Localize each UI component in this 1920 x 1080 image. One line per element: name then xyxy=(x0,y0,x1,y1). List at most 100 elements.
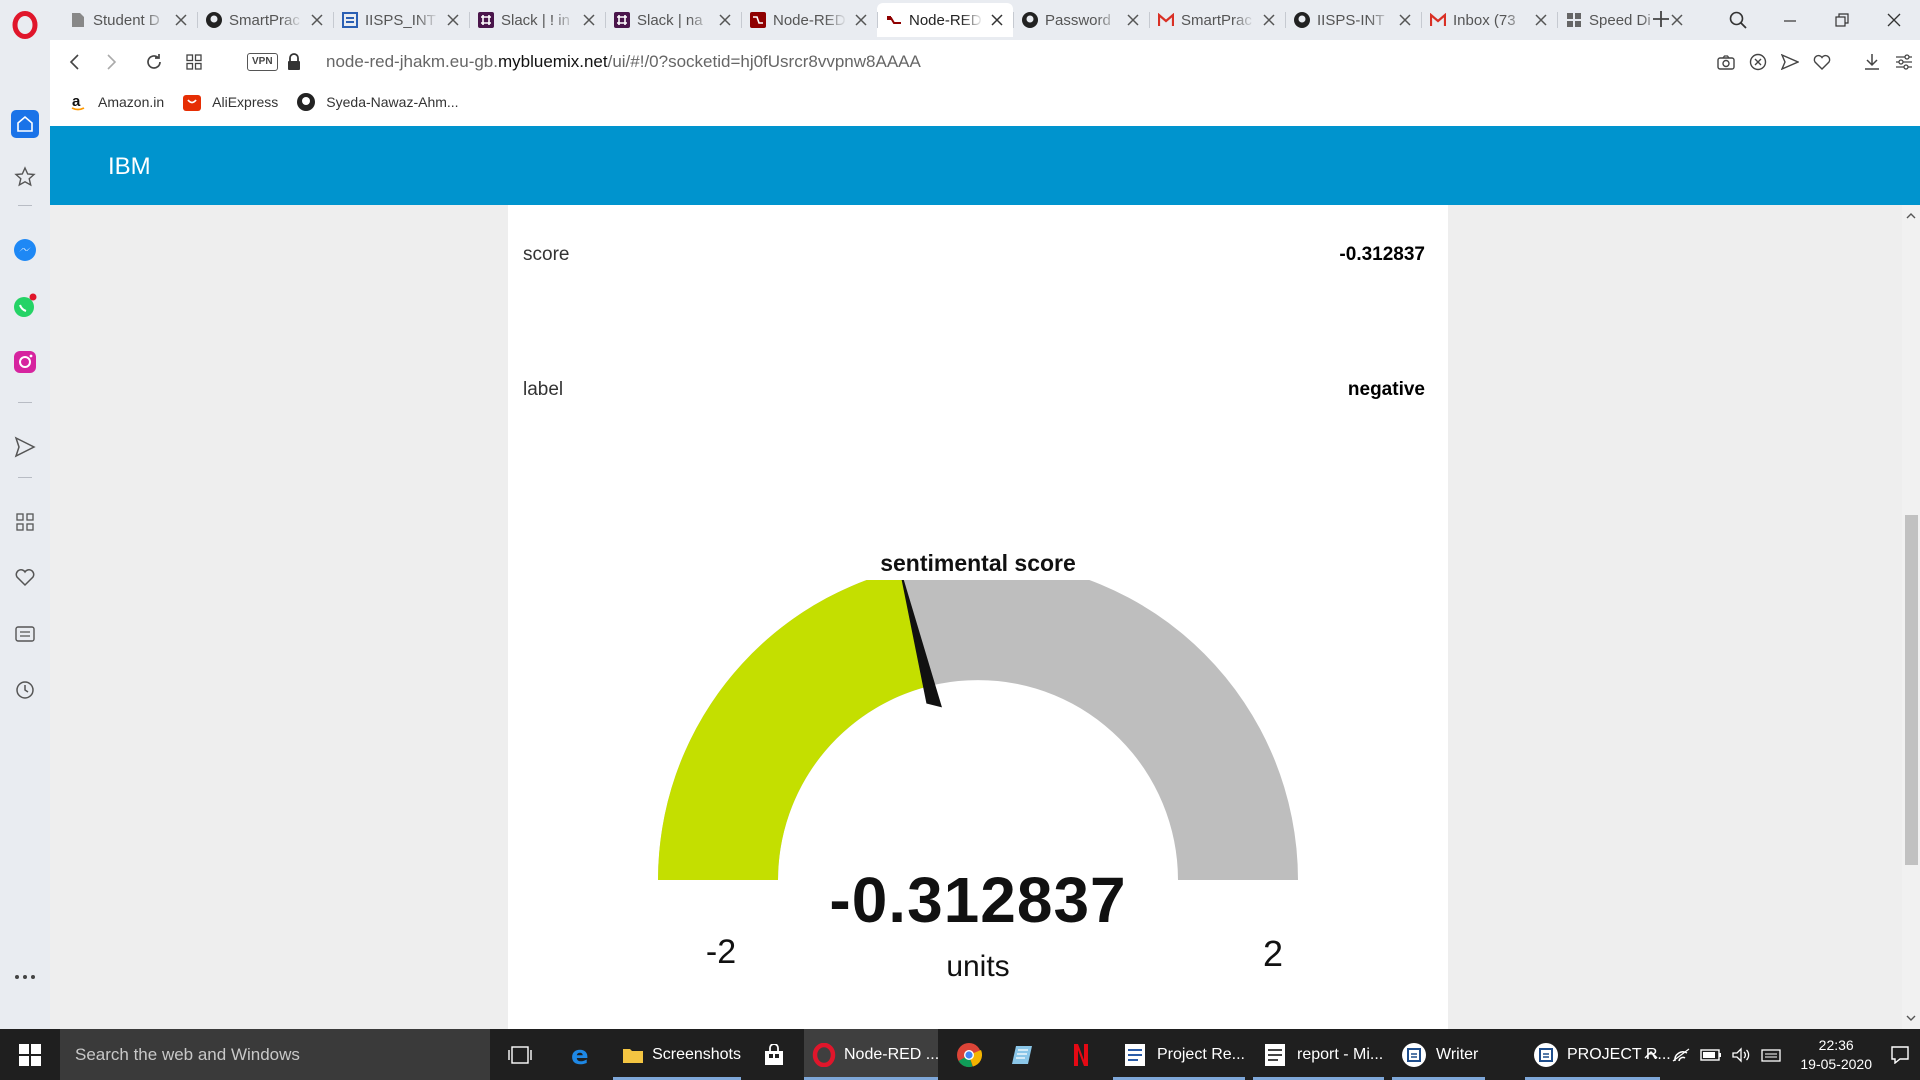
tab-slack-2[interactable]: Slack | na xyxy=(605,3,741,37)
minimize-icon[interactable] xyxy=(1764,0,1816,40)
taskbar-project-report[interactable]: Project Re... xyxy=(1113,1029,1245,1080)
vpn-badge[interactable]: VPN xyxy=(247,53,278,71)
bookmark-github[interactable]: Syeda-Nawaz-Ahm... xyxy=(296,92,459,112)
tab-password[interactable]: Password xyxy=(1013,3,1149,37)
tab-inbox[interactable]: Inbox (73 xyxy=(1421,3,1557,37)
tab-grid-icon[interactable] xyxy=(182,50,206,74)
tab-title: IISPS_INT xyxy=(365,11,436,29)
more-options-icon[interactable] xyxy=(12,964,38,990)
writer-doc-icon xyxy=(1533,1041,1559,1069)
tab-title: Node-RED xyxy=(773,11,846,29)
tab-smartprac[interactable]: SmartPrac xyxy=(197,3,333,37)
task-view-icon[interactable] xyxy=(503,1029,537,1080)
send-to-flow-icon[interactable] xyxy=(1774,50,1806,74)
notepad-app-icon[interactable] xyxy=(1006,1029,1040,1080)
bookmark-heart-icon[interactable] xyxy=(1806,50,1838,74)
tab-speed-dial[interactable]: Speed Di xyxy=(1557,3,1693,37)
taskbar-item-label: Project Re... xyxy=(1156,1045,1245,1063)
restore-icon[interactable] xyxy=(1816,0,1868,40)
back-icon[interactable] xyxy=(62,50,86,74)
tab-title: IISPS-INT xyxy=(1317,11,1385,29)
opera-sidebar xyxy=(0,40,50,1029)
tab-smartprac-mail[interactable]: SmartPrac xyxy=(1149,3,1285,37)
opera-menu-icon[interactable] xyxy=(11,11,39,39)
close-window-icon[interactable] xyxy=(1868,0,1920,40)
scroll-thumb[interactable] xyxy=(1905,515,1918,865)
edge-browser-icon[interactable]: e xyxy=(565,1029,599,1080)
home-icon[interactable] xyxy=(11,110,39,138)
tab-iisps-int[interactable]: IISPS_INT xyxy=(333,3,469,37)
close-tab-icon[interactable] xyxy=(1261,12,1277,28)
windows-start-icon[interactable] xyxy=(0,1029,60,1080)
close-tab-icon[interactable] xyxy=(717,12,733,28)
close-tab-icon[interactable] xyxy=(173,12,189,28)
bookmark-aliexpress[interactable]: AliExpress xyxy=(182,92,278,112)
tab-slack-1[interactable]: Slack | ! in xyxy=(469,3,605,37)
history-icon[interactable] xyxy=(12,677,38,703)
bookmark-amazon[interactable]: a Amazon.in xyxy=(68,92,164,112)
taskbar-writer[interactable]: Writer xyxy=(1392,1029,1485,1080)
github-icon xyxy=(205,11,223,29)
close-tab-icon[interactable] xyxy=(445,12,461,28)
gauge-value: -0.312837 xyxy=(829,864,1127,936)
tab-node-red-active[interactable]: Node-RED xyxy=(877,3,1013,37)
netflix-icon[interactable] xyxy=(1064,1029,1098,1080)
close-tab-icon[interactable] xyxy=(989,12,1005,28)
taskbar-clock[interactable]: 22:36 19-05-2020 xyxy=(1800,1036,1872,1074)
news-icon[interactable] xyxy=(12,621,38,647)
battery-icon[interactable] xyxy=(1698,1042,1724,1068)
taskbar-search-input[interactable]: Search the web and Windows xyxy=(60,1029,490,1080)
keyboard-input-icon[interactable] xyxy=(1758,1042,1784,1068)
bookmark-label: Syeda-Nawaz-Ahm... xyxy=(326,94,459,110)
close-tab-icon[interactable] xyxy=(581,12,597,28)
taskbar-report-word[interactable]: report - Mi... xyxy=(1253,1029,1384,1080)
close-tab-icon[interactable] xyxy=(309,12,325,28)
scroll-up-icon[interactable] xyxy=(1906,211,1916,221)
label-row: label negative xyxy=(523,379,1425,401)
show-hidden-icons-icon[interactable] xyxy=(1638,1042,1664,1068)
instagram-icon[interactable] xyxy=(12,349,38,375)
page-scrollbar[interactable] xyxy=(1902,205,1920,1029)
tab-title: SmartPrac xyxy=(1181,11,1252,29)
gauge-max-label: 2 xyxy=(1262,933,1284,974)
tab-title: Node-RED xyxy=(909,11,982,29)
search-tabs-icon[interactable] xyxy=(1712,0,1764,40)
snapshot-icon[interactable] xyxy=(1710,50,1742,74)
github-icon xyxy=(296,92,316,112)
folder-icon xyxy=(621,1041,644,1069)
close-tab-icon[interactable] xyxy=(1533,12,1549,28)
scroll-down-icon[interactable] xyxy=(1906,1013,1916,1023)
new-tab-icon[interactable] xyxy=(1650,8,1672,30)
slack-icon xyxy=(613,11,631,29)
close-tab-icon[interactable] xyxy=(1125,12,1141,28)
send-icon[interactable] xyxy=(12,434,38,460)
forward-icon[interactable] xyxy=(100,50,124,74)
url-input[interactable]: node-red-jhakm.eu-gb.mybluemix.net/ui/#!… xyxy=(326,52,921,72)
tab-node-red-1[interactable]: Node-RED xyxy=(741,3,877,37)
heart-icon[interactable] xyxy=(12,565,38,591)
taskbar-node-red[interactable]: Node-RED ... xyxy=(804,1029,939,1080)
chrome-icon[interactable] xyxy=(952,1029,986,1080)
downloads-icon[interactable] xyxy=(1856,50,1888,74)
speed-dial-icon[interactable] xyxy=(12,509,38,535)
label-label: label xyxy=(523,379,564,400)
messenger-icon[interactable] xyxy=(12,237,38,263)
bookmarks-bar: a Amazon.in AliExpress Syeda-Nawaz-Ahm..… xyxy=(50,86,459,118)
taskbar-screenshots[interactable]: Screenshots xyxy=(613,1029,741,1080)
close-tab-icon[interactable] xyxy=(853,12,869,28)
tab-iisps-int-github[interactable]: IISPS-INT xyxy=(1285,3,1421,37)
action-center-icon[interactable] xyxy=(1880,1029,1920,1080)
close-tab-icon[interactable] xyxy=(1397,12,1413,28)
easy-setup-icon[interactable] xyxy=(1888,50,1920,74)
dashboard-header: IBM xyxy=(50,126,1920,205)
tab-student[interactable]: Student D xyxy=(61,3,197,37)
wifi-icon[interactable] xyxy=(1668,1042,1694,1068)
whatsapp-icon[interactable] xyxy=(12,293,38,319)
lock-icon[interactable] xyxy=(287,53,301,71)
tab-title: Student D xyxy=(93,11,160,29)
store-icon[interactable] xyxy=(757,1029,791,1080)
star-icon[interactable] xyxy=(12,164,38,190)
volume-icon[interactable] xyxy=(1728,1042,1754,1068)
ad-block-icon[interactable] xyxy=(1742,50,1774,74)
reload-icon[interactable] xyxy=(142,50,166,74)
